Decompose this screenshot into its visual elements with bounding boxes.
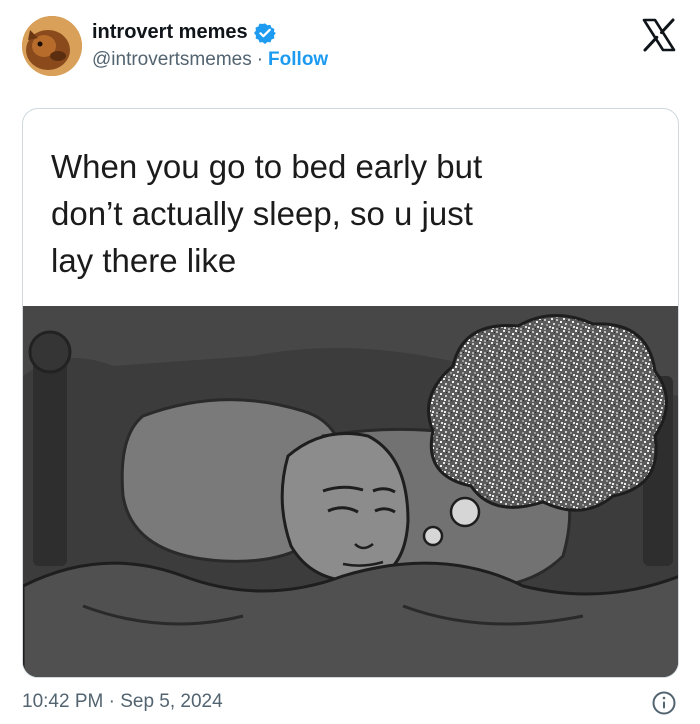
avatar[interactable] [22, 16, 82, 76]
author-name[interactable]: introvert memes [92, 21, 248, 44]
x-logo-icon[interactable] [640, 16, 678, 54]
meme-caption: When you go to bed early but don’t actua… [51, 143, 651, 284]
media-card[interactable]: When you go to bed early but don’t actua… [22, 108, 679, 678]
handle-row: @introvertsmemes · Follow [92, 49, 328, 71]
tweet-header: introvert memes @introvertsmemes · Follo… [0, 0, 700, 96]
caption-line: don’t actually sleep, so u just [51, 195, 473, 232]
separator-dot: · [256, 49, 264, 70]
author-row: introvert memes [92, 21, 276, 44]
verified-badge-icon [253, 22, 276, 44]
caption-line: lay there like [51, 242, 237, 279]
tweet-timestamp[interactable]: 10:42 PM · Sep 5, 2024 [22, 691, 223, 713]
follow-button[interactable]: Follow [268, 49, 328, 71]
caption-line: When you go to bed early but [51, 148, 483, 185]
meme-image [23, 306, 678, 677]
author-handle[interactable]: @introvertsmemes [92, 49, 252, 71]
info-icon[interactable] [651, 690, 677, 716]
